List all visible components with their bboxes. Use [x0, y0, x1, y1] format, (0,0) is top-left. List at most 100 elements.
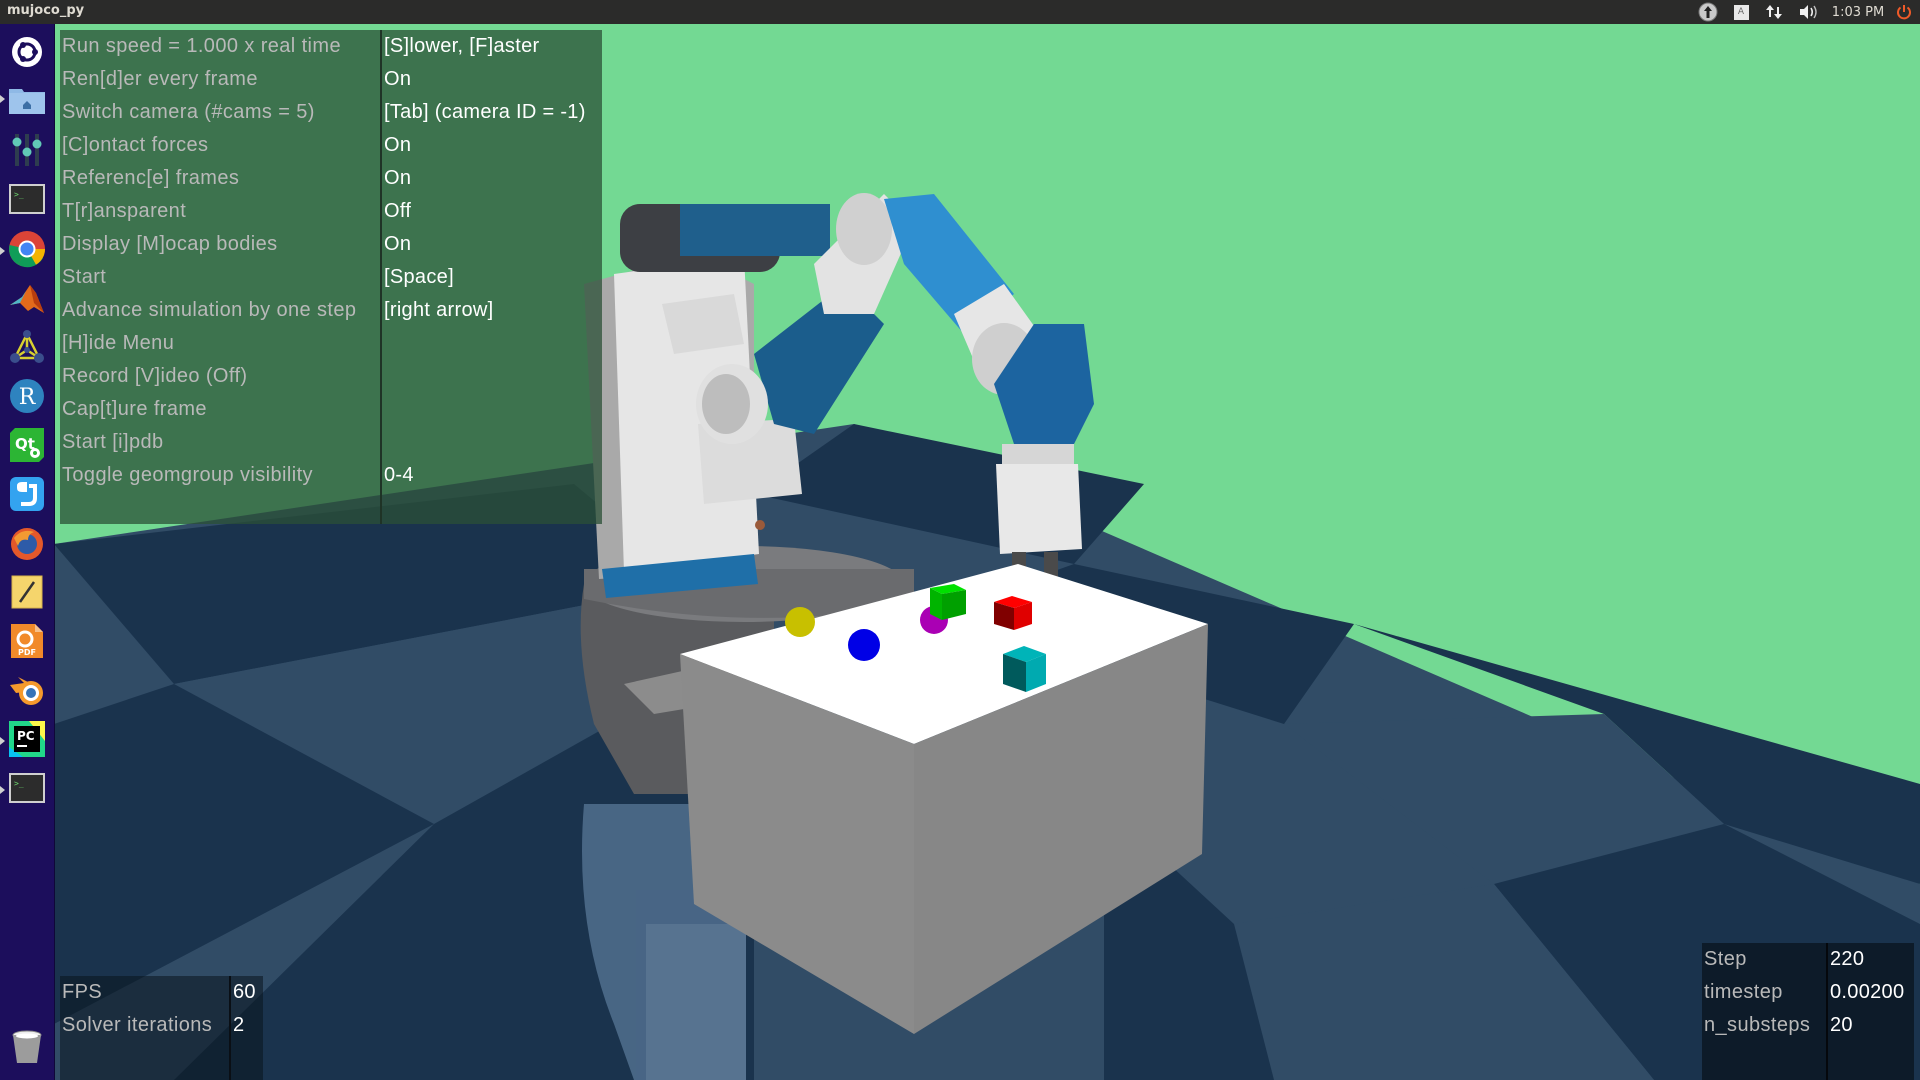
menu-value: [right arrow]	[384, 299, 494, 321]
launcher-item-settings[interactable]	[6, 129, 48, 171]
menu-label: Start [i]pdb	[62, 431, 164, 453]
firefox-icon	[11, 528, 43, 560]
launcher-item-trash[interactable]	[6, 1026, 48, 1068]
sliders-icon	[12, 134, 42, 166]
sim-info-panel: Step timestep n_substeps 220 0.00200 20	[1702, 943, 1914, 1080]
menu-value: On	[384, 167, 412, 189]
keyboard-layout-label: A	[1733, 4, 1749, 20]
menu-label: T[r]ansparent	[62, 200, 187, 222]
clock[interactable]: 1:03 PM	[1830, 0, 1886, 24]
blender-icon	[10, 677, 43, 705]
menu-label: Referenc[e] frames	[62, 167, 240, 189]
launcher-item-terminal-2[interactable]: >_	[6, 767, 48, 809]
svg-text:PC: PC	[17, 729, 35, 743]
menu-label: Toggle geomgroup visibility	[62, 464, 313, 486]
network-graph-icon	[10, 330, 44, 363]
launcher-item-blue-app[interactable]	[6, 473, 48, 515]
launcher-item-network-app[interactable]	[6, 326, 48, 368]
menu-labels-column: Run speed = 1.000 x real time Ren[d]er ev…	[60, 30, 377, 524]
menu-label: [C]ontact forces	[62, 134, 209, 156]
sim-info-values-column: 220 0.00200 20	[1826, 943, 1916, 1080]
volume-icon[interactable]	[1796, 0, 1822, 24]
network-icon[interactable]	[1762, 0, 1786, 24]
stats-label: FPS	[62, 981, 103, 1003]
qt-icon: Qt	[10, 428, 44, 462]
running-indicator	[0, 786, 5, 794]
blue-sphere	[848, 629, 880, 661]
launcher-item-text-editor[interactable]	[6, 571, 48, 613]
ubuntu-logo-icon	[12, 37, 42, 67]
menu-value: [Space]	[384, 266, 454, 288]
stats-values-column: 60 2	[229, 976, 265, 1080]
sim-info-labels-column: Step timestep n_substeps	[1702, 943, 1824, 1080]
red-cube	[994, 596, 1032, 630]
terminal-icon: >_	[9, 184, 45, 214]
launcher-item-pdf[interactable]: PDF	[6, 620, 48, 662]
svg-text:PDF: PDF	[18, 648, 36, 657]
menu-value: On	[384, 233, 412, 255]
stats-value: 60	[233, 981, 256, 1003]
matlab-icon	[10, 285, 44, 313]
menu-label: Run speed = 1.000 x real time	[62, 35, 341, 57]
menu-value: [Tab] (camera ID = -1)	[384, 101, 586, 123]
pdf-icon: PDF	[11, 624, 43, 658]
mujoco-viewport[interactable]: Run speed = 1.000 x real time Ren[d]er ev…	[54, 24, 1920, 1080]
menu-label: Cap[t]ure frame	[62, 398, 207, 420]
sim-info-value: 0.00200	[1830, 981, 1905, 1003]
sim-info-label: timestep	[1704, 981, 1783, 1003]
stats-value: 2	[233, 1014, 245, 1036]
stats-label: Solver iterations	[62, 1014, 213, 1036]
terminal-icon: >_	[9, 773, 45, 803]
menu-values-column: [S]lower, [F]aster On [Tab] (camera ID = -…	[380, 30, 604, 524]
stats-panel: FPS Solver iterations 60 2	[60, 976, 263, 1080]
launcher-item-qt[interactable]: Qt	[6, 424, 48, 466]
menu-value: On	[384, 134, 412, 156]
launcher-item-files[interactable]	[6, 79, 48, 121]
sim-info-label: Step	[1704, 948, 1747, 970]
launcher-item-dash[interactable]	[6, 31, 48, 73]
menu-label: [H]ide Menu	[62, 332, 175, 354]
chrome-icon	[9, 231, 46, 268]
yellow-sphere	[785, 607, 815, 637]
update-icon[interactable]	[1696, 0, 1720, 24]
app-title: mujoco_py	[7, 3, 85, 18]
pencil-note-icon	[11, 575, 43, 609]
torso-marker	[755, 520, 765, 530]
r-icon: R	[10, 379, 44, 413]
menu-value: On	[384, 68, 412, 90]
menu-value: [S]lower, [F]aster	[384, 35, 540, 57]
running-indicator	[0, 95, 5, 103]
sim-info-value: 220	[1830, 948, 1865, 970]
power-icon[interactable]	[1892, 0, 1916, 24]
launcher-item-r[interactable]: R	[6, 375, 48, 417]
running-indicator	[0, 247, 5, 255]
menu-value: 0-4	[384, 464, 414, 486]
help-menu-panel: Run speed = 1.000 x real time Ren[d]er ev…	[60, 30, 602, 524]
svg-text:>_: >_	[14, 779, 24, 788]
menu-label: Ren[d]er every frame	[62, 68, 258, 90]
top-panel: mujoco_py A 1:03 PM	[0, 0, 1920, 24]
menu-value: Off	[384, 200, 412, 222]
blue-app-icon	[10, 477, 44, 511]
keyboard-layout-icon[interactable]: A	[1730, 0, 1752, 24]
cyan-cube	[1003, 646, 1046, 692]
launcher-item-chrome[interactable]	[6, 228, 48, 270]
launcher: >_ R Qt PDF PC >_	[0, 24, 55, 1080]
sim-info-value: 20	[1830, 1014, 1853, 1036]
menu-label: Record [V]ideo (Off)	[62, 365, 248, 387]
launcher-item-terminal[interactable]: >_	[6, 178, 48, 220]
launcher-item-firefox[interactable]	[6, 522, 48, 564]
trash-icon	[12, 1030, 42, 1063]
svg-text:R: R	[19, 385, 37, 410]
running-indicator	[0, 737, 5, 745]
launcher-item-matlab[interactable]	[6, 277, 48, 319]
pycharm-icon: PC	[9, 721, 45, 757]
svg-text:>_: >_	[14, 190, 24, 199]
stats-labels-column: FPS Solver iterations	[60, 976, 227, 1080]
home-folder-icon	[9, 89, 45, 114]
launcher-item-pycharm[interactable]: PC	[6, 718, 48, 760]
green-cube	[930, 584, 966, 620]
menu-label: Start	[62, 266, 107, 288]
launcher-item-blender[interactable]	[6, 669, 48, 711]
sim-info-label: n_substeps	[1704, 1014, 1811, 1036]
